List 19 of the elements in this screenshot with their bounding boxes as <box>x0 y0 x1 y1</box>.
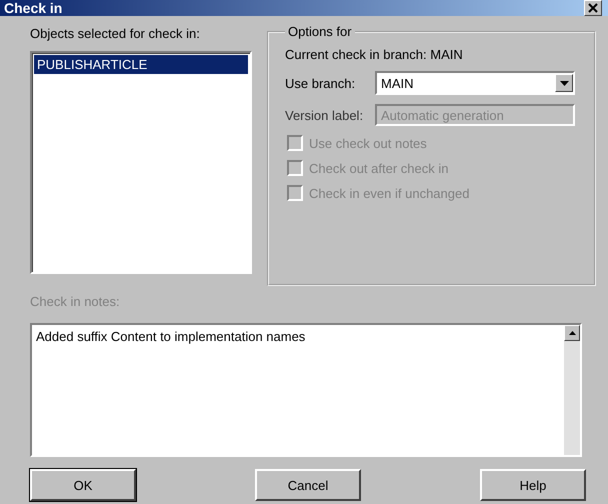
scroll-up-icon <box>564 325 580 341</box>
close-button[interactable] <box>584 0 602 16</box>
checkbox-icon <box>287 185 303 201</box>
checkbox-icon <box>287 135 303 151</box>
checkbox-icon <box>287 160 303 176</box>
list-item[interactable]: PUBLISHARTICLE <box>34 55 248 74</box>
version-label: Version label: <box>285 108 364 122</box>
notes-label: Check in notes: <box>30 294 121 309</box>
dialog-button[interactable]: Help <box>480 469 586 501</box>
scrollbar[interactable] <box>564 325 580 455</box>
objects-label: Objects selected for check in: <box>30 26 201 41</box>
notes-field[interactable]: Added suffix Content to implementation names <box>30 323 582 457</box>
dialog-button[interactable]: Cancel <box>255 469 361 501</box>
group-legend: Options for <box>285 24 355 39</box>
branch-dropdown[interactable]: MAIN <box>375 71 575 95</box>
current-branch-text: Current check in branch: MAIN <box>285 47 464 62</box>
branch-label: Use branch: <box>285 76 356 90</box>
dialog-button[interactable]: OK <box>30 469 136 501</box>
window-title: Check in <box>4 0 62 16</box>
